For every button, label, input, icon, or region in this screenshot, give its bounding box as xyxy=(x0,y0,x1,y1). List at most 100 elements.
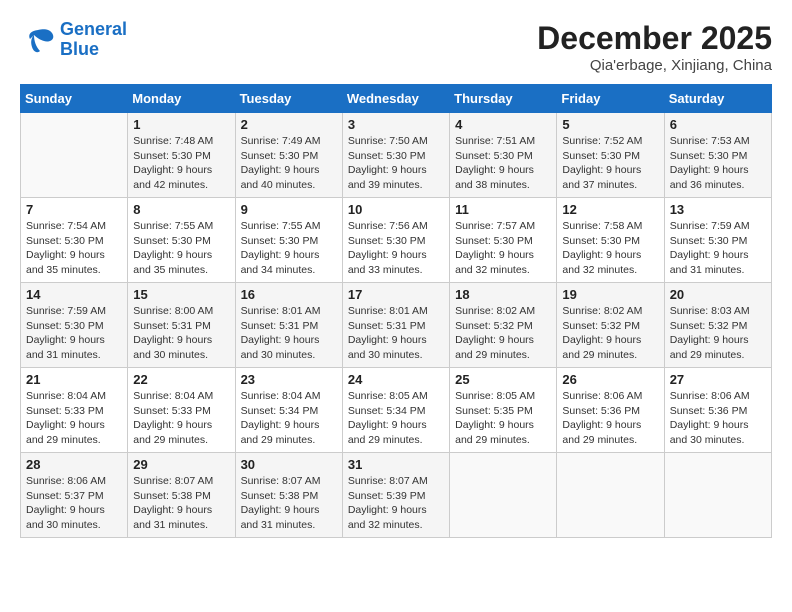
day-number: 5 xyxy=(562,117,658,132)
day-cell: 5 Sunrise: 7:52 AM Sunset: 5:30 PM Daylig… xyxy=(557,113,664,198)
day-number: 22 xyxy=(133,372,229,387)
day-cell: 16Sunrise: 8:01 AM Sunset: 5:31 PM Dayli… xyxy=(235,283,342,368)
day-info: Sunrise: 7:59 AM Sunset: 5:30 PM Dayligh… xyxy=(26,304,122,363)
day-cell: 10 Sunrise: 7:56 AM Sunset: 5:30 PM Dayli… xyxy=(342,198,449,283)
day-info: Sunrise: 7:58 AM Sunset: 5:30 PM Dayligh… xyxy=(562,219,658,278)
page-header: General Blue December 2025 Qia'erbage, X… xyxy=(20,20,772,74)
day-number: 15 xyxy=(133,287,229,302)
day-number: 12 xyxy=(562,202,658,217)
day-cell: 31 Sunrise: 8:07 AM Sunset: 5:39 PM Dayli… xyxy=(342,453,449,538)
day-cell: 15 Sunrise: 8:00 AM Sunset: 5:31 PM Dayli… xyxy=(128,283,235,368)
day-number: 29 xyxy=(133,457,229,472)
day-number: 17 xyxy=(348,287,444,302)
day-info: Sunrise: 8:00 AM Sunset: 5:31 PM Dayligh… xyxy=(133,304,229,363)
day-number: 14 xyxy=(26,287,122,302)
day-number: 8 xyxy=(133,202,229,217)
day-cell: 30 Sunrise: 8:07 AM Sunset: 5:38 PM Dayli… xyxy=(235,453,342,538)
logo-general: General xyxy=(60,19,127,39)
day-number: 6 xyxy=(670,117,766,132)
day-cell xyxy=(21,113,128,198)
day-info: Sunrise: 8:07 AM Sunset: 5:39 PM Dayligh… xyxy=(348,474,444,533)
day-info: Sunrise: 8:06 AM Sunset: 5:36 PM Dayligh… xyxy=(670,389,766,448)
day-info: Sunrise: 8:02 AM Sunset: 5:32 PM Dayligh… xyxy=(455,304,551,363)
day-cell: 29Sunrise: 8:07 AM Sunset: 5:38 PM Dayli… xyxy=(128,453,235,538)
day-number: 3 xyxy=(348,117,444,132)
day-number: 28 xyxy=(26,457,122,472)
day-cell: 9Sunrise: 7:55 AM Sunset: 5:30 PM Daylig… xyxy=(235,198,342,283)
day-number: 10 xyxy=(348,202,444,217)
day-cell: 20 Sunrise: 8:03 AM Sunset: 5:32 PM Dayli… xyxy=(664,283,771,368)
day-info: Sunrise: 7:51 AM Sunset: 5:30 PM Dayligh… xyxy=(455,134,551,193)
week-row-5: 28 Sunrise: 8:06 AM Sunset: 5:37 PM Dayli… xyxy=(21,453,772,538)
header-row: SundayMondayTuesdayWednesdayThursdayFrid… xyxy=(21,85,772,113)
calendar-body: 1 Sunrise: 7:48 AM Sunset: 5:30 PM Daylig… xyxy=(21,113,772,538)
day-number: 1 xyxy=(133,117,229,132)
day-number: 20 xyxy=(670,287,766,302)
day-info: Sunrise: 7:55 AM Sunset: 5:30 PM Dayligh… xyxy=(241,219,337,278)
day-info: Sunrise: 7:48 AM Sunset: 5:30 PM Dayligh… xyxy=(133,134,229,193)
day-cell: 25 Sunrise: 8:05 AM Sunset: 5:35 PM Dayli… xyxy=(450,368,557,453)
day-number: 13 xyxy=(670,202,766,217)
day-cell: 2Sunrise: 7:49 AM Sunset: 5:30 PM Daylig… xyxy=(235,113,342,198)
day-cell: 17 Sunrise: 8:01 AM Sunset: 5:31 PM Dayli… xyxy=(342,283,449,368)
day-info: Sunrise: 8:05 AM Sunset: 5:35 PM Dayligh… xyxy=(455,389,551,448)
day-info: Sunrise: 7:54 AM Sunset: 5:30 PM Dayligh… xyxy=(26,219,122,278)
day-info: Sunrise: 8:07 AM Sunset: 5:38 PM Dayligh… xyxy=(241,474,337,533)
day-number: 21 xyxy=(26,372,122,387)
header-day-friday: Friday xyxy=(557,85,664,113)
calendar-table: SundayMondayTuesdayWednesdayThursdayFrid… xyxy=(20,84,772,538)
day-number: 30 xyxy=(241,457,337,472)
day-cell: 22 Sunrise: 8:04 AM Sunset: 5:33 PM Dayli… xyxy=(128,368,235,453)
day-info: Sunrise: 8:04 AM Sunset: 5:33 PM Dayligh… xyxy=(133,389,229,448)
week-row-4: 21 Sunrise: 8:04 AM Sunset: 5:33 PM Dayli… xyxy=(21,368,772,453)
day-number: 18 xyxy=(455,287,551,302)
title-block: December 2025 Qia'erbage, Xinjiang, Chin… xyxy=(537,20,772,74)
day-cell: 27 Sunrise: 8:06 AM Sunset: 5:36 PM Dayli… xyxy=(664,368,771,453)
day-number: 4 xyxy=(455,117,551,132)
day-info: Sunrise: 7:50 AM Sunset: 5:30 PM Dayligh… xyxy=(348,134,444,193)
day-cell: 18 Sunrise: 8:02 AM Sunset: 5:32 PM Dayli… xyxy=(450,283,557,368)
header-day-sunday: Sunday xyxy=(21,85,128,113)
header-day-wednesday: Wednesday xyxy=(342,85,449,113)
day-info: Sunrise: 7:52 AM Sunset: 5:30 PM Dayligh… xyxy=(562,134,658,193)
day-info: Sunrise: 8:01 AM Sunset: 5:31 PM Dayligh… xyxy=(348,304,444,363)
logo: General Blue xyxy=(20,20,127,60)
day-cell: 21 Sunrise: 8:04 AM Sunset: 5:33 PM Dayli… xyxy=(21,368,128,453)
day-info: Sunrise: 8:05 AM Sunset: 5:34 PM Dayligh… xyxy=(348,389,444,448)
day-number: 7 xyxy=(26,202,122,217)
week-row-3: 14 Sunrise: 7:59 AM Sunset: 5:30 PM Dayli… xyxy=(21,283,772,368)
day-number: 16 xyxy=(241,287,337,302)
header-day-tuesday: Tuesday xyxy=(235,85,342,113)
header-day-monday: Monday xyxy=(128,85,235,113)
day-info: Sunrise: 8:06 AM Sunset: 5:36 PM Dayligh… xyxy=(562,389,658,448)
day-number: 26 xyxy=(562,372,658,387)
day-cell: 12 Sunrise: 7:58 AM Sunset: 5:30 PM Dayli… xyxy=(557,198,664,283)
day-cell xyxy=(450,453,557,538)
logo-icon xyxy=(20,25,56,55)
day-cell: 8 Sunrise: 7:55 AM Sunset: 5:30 PM Daylig… xyxy=(128,198,235,283)
location-subtitle: Qia'erbage, Xinjiang, China xyxy=(537,57,772,74)
calendar-header: SundayMondayTuesdayWednesdayThursdayFrid… xyxy=(21,85,772,113)
day-number: 2 xyxy=(241,117,337,132)
day-cell: 23Sunrise: 8:04 AM Sunset: 5:34 PM Dayli… xyxy=(235,368,342,453)
day-number: 24 xyxy=(348,372,444,387)
day-info: Sunrise: 7:59 AM Sunset: 5:30 PM Dayligh… xyxy=(670,219,766,278)
day-info: Sunrise: 8:04 AM Sunset: 5:33 PM Dayligh… xyxy=(26,389,122,448)
day-cell: 3 Sunrise: 7:50 AM Sunset: 5:30 PM Daylig… xyxy=(342,113,449,198)
header-day-thursday: Thursday xyxy=(450,85,557,113)
week-row-1: 1 Sunrise: 7:48 AM Sunset: 5:30 PM Daylig… xyxy=(21,113,772,198)
day-info: Sunrise: 7:55 AM Sunset: 5:30 PM Dayligh… xyxy=(133,219,229,278)
day-number: 27 xyxy=(670,372,766,387)
day-cell: 28 Sunrise: 8:06 AM Sunset: 5:37 PM Dayli… xyxy=(21,453,128,538)
day-number: 31 xyxy=(348,457,444,472)
day-info: Sunrise: 8:03 AM Sunset: 5:32 PM Dayligh… xyxy=(670,304,766,363)
day-cell: 4 Sunrise: 7:51 AM Sunset: 5:30 PM Daylig… xyxy=(450,113,557,198)
day-number: 11 xyxy=(455,202,551,217)
day-cell: 19Sunrise: 8:02 AM Sunset: 5:32 PM Dayli… xyxy=(557,283,664,368)
day-info: Sunrise: 8:04 AM Sunset: 5:34 PM Dayligh… xyxy=(241,389,337,448)
day-number: 25 xyxy=(455,372,551,387)
day-info: Sunrise: 8:06 AM Sunset: 5:37 PM Dayligh… xyxy=(26,474,122,533)
day-cell: 14 Sunrise: 7:59 AM Sunset: 5:30 PM Dayli… xyxy=(21,283,128,368)
day-info: Sunrise: 7:56 AM Sunset: 5:30 PM Dayligh… xyxy=(348,219,444,278)
day-cell xyxy=(557,453,664,538)
